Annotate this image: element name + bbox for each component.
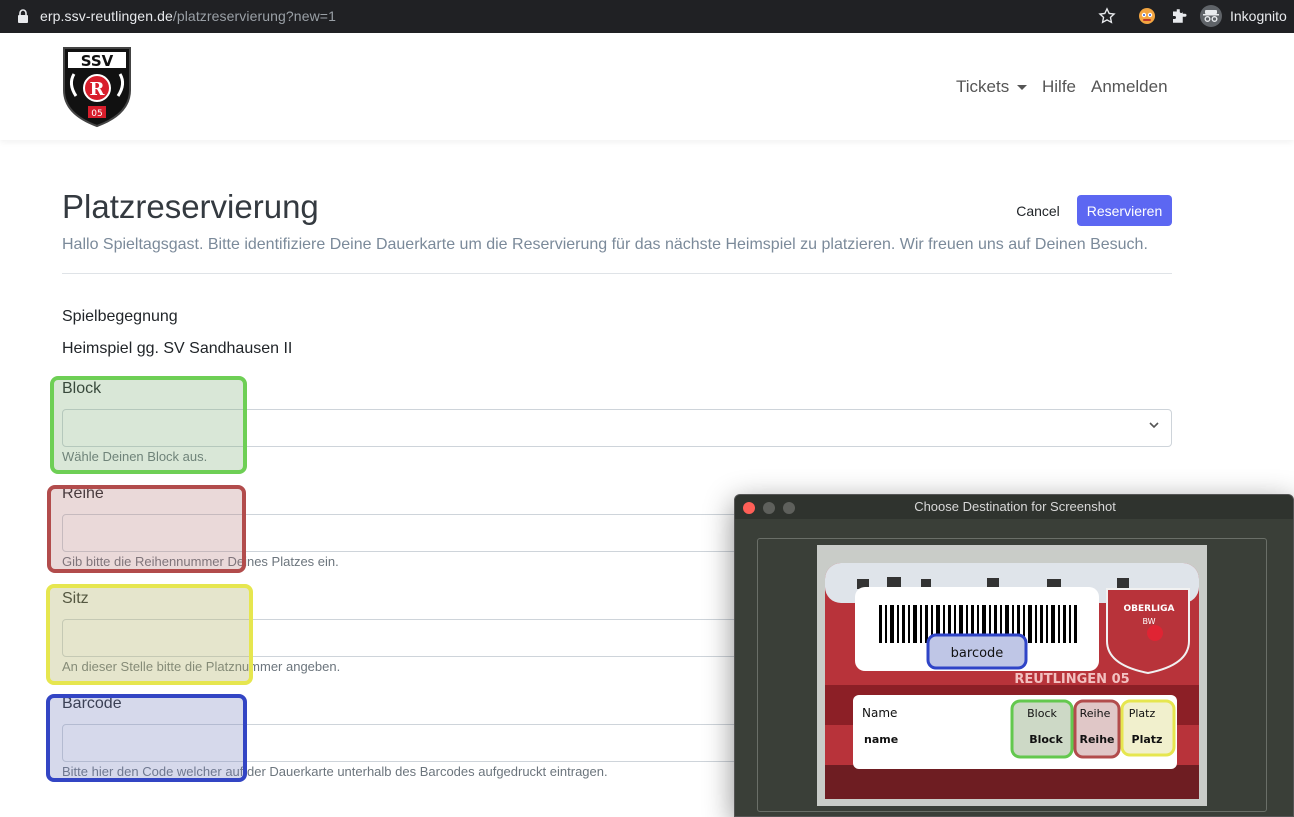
card-row-value: Reihe [1080, 733, 1115, 746]
site-header: SSV R 05 Tickets Hilfe Anmelden [0, 33, 1294, 140]
dialog-title: Choose Destination for Screenshot [735, 495, 1293, 519]
lock-icon [18, 9, 28, 23]
screenshot-dialog[interactable]: Choose Destination for Screenshot REUTLI… [734, 494, 1294, 817]
card-row-header: Reihe [1080, 707, 1111, 720]
card-block-header: Block [1027, 707, 1057, 720]
card-name-value: name [864, 733, 898, 746]
svg-text:R: R [90, 79, 106, 100]
match-value: Heimspiel gg. SV Sandhausen II [62, 340, 293, 357]
chevron-down-icon[interactable] [1149, 420, 1159, 430]
club-banner-text: REUTLINGEN 05 [1014, 672, 1129, 687]
divider [62, 273, 1172, 274]
url-path: /platzreservierung?new=1 [172, 8, 336, 24]
card-name-header: Name [862, 706, 897, 720]
url-host: erp.ssv-reutlingen.de [40, 8, 173, 24]
card-league-text: OBERLIGA [1123, 604, 1174, 614]
highlight-row [47, 485, 246, 573]
card-barcode-text: barcode [951, 646, 1004, 661]
card-block-value: Block [1029, 733, 1063, 746]
svg-text:05: 05 [91, 109, 102, 119]
zoom-window-button[interactable] [783, 502, 795, 514]
club-logo[interactable]: SSV R 05 [60, 44, 134, 128]
bookmark-star-icon[interactable] [1097, 6, 1117, 26]
card-seat-value: Platz [1132, 733, 1163, 746]
extension-face-icon[interactable] [1137, 6, 1157, 26]
highlight-barcode [46, 694, 247, 782]
cancel-button[interactable]: Cancel [1006, 196, 1070, 226]
nav-tickets[interactable]: Tickets [956, 77, 1009, 97]
reserve-button[interactable]: Reservieren [1077, 195, 1172, 226]
nav-login[interactable]: Anmelden [1091, 77, 1168, 97]
incognito-indicator[interactable]: Inkognito [1200, 4, 1287, 28]
match-label: Spielbegegnung [62, 308, 178, 325]
browser-toolbar: erp.ssv-reutlingen.de/platzreservierung?… [0, 0, 1294, 33]
incognito-icon [1200, 5, 1222, 27]
puzzle-extensions-icon[interactable] [1169, 6, 1189, 26]
address-bar[interactable]: erp.ssv-reutlingen.de/platzreservierung?… [40, 8, 336, 24]
caret-down-icon[interactable] [1017, 85, 1027, 90]
page-subtitle: Hallo Spieltagsgast. Bitte identifiziere… [62, 236, 1148, 253]
minimize-window-button[interactable] [763, 502, 775, 514]
nav-help[interactable]: Hilfe [1042, 77, 1076, 97]
page-title: Platzreservierung [62, 188, 319, 225]
incognito-label: Inkognito [1230, 8, 1287, 24]
highlight-block [50, 376, 247, 474]
card-seat-header: Platz [1129, 707, 1156, 720]
card-league-sub: BW [1142, 617, 1155, 626]
logo-text: SSV [81, 52, 114, 70]
close-window-button[interactable] [743, 502, 755, 514]
season-ticket-image: REUTLINGEN 05 barcode OBERLIGA BW Name n… [817, 545, 1207, 806]
highlight-seat [46, 584, 253, 685]
